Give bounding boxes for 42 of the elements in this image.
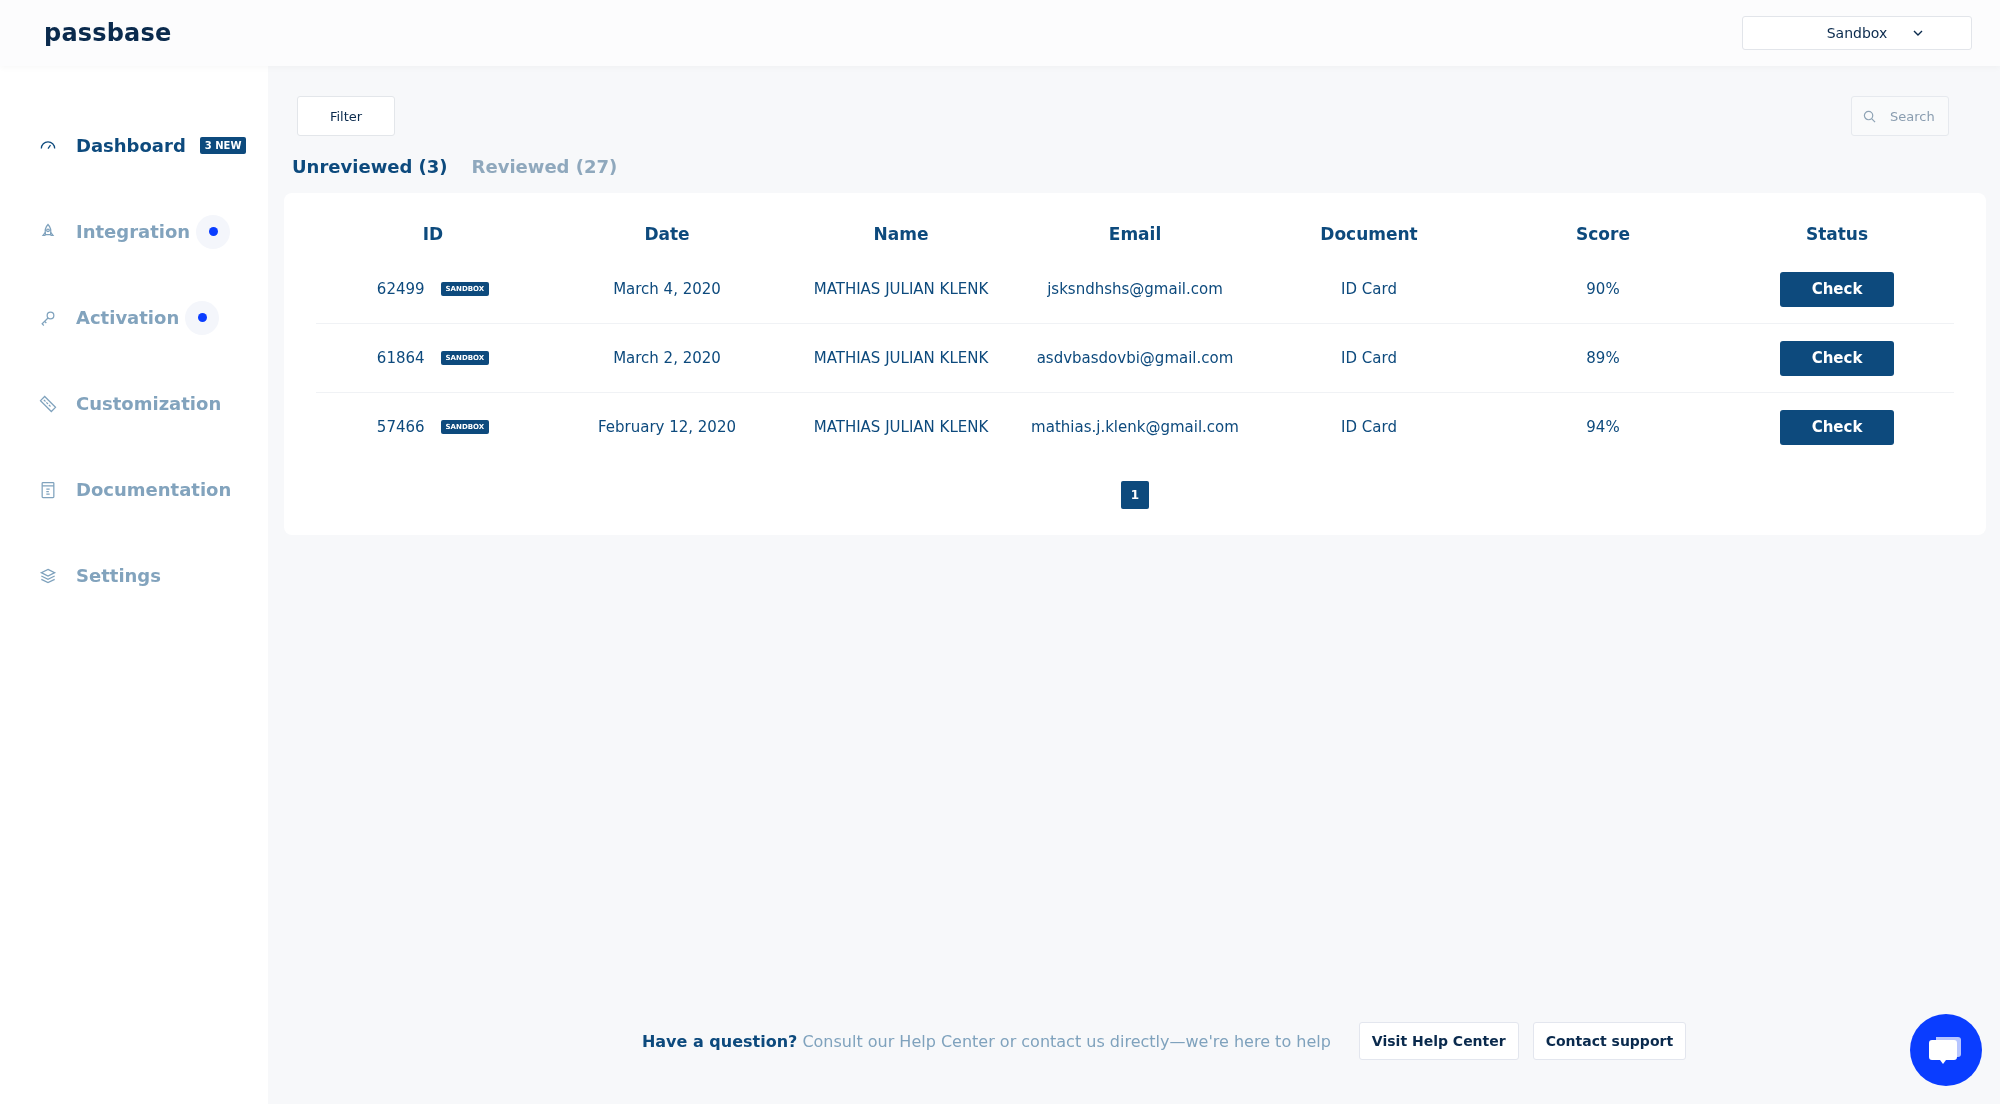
table-cell: March 4, 2020	[613, 280, 721, 298]
ruler-icon	[38, 393, 58, 414]
search-field[interactable]: Search	[1851, 96, 1949, 136]
column-header: Document	[1320, 224, 1418, 244]
table-cell: MATHIAS JULIAN KLENK	[813, 280, 989, 298]
table-cell: 61864	[376, 349, 425, 367]
table-cell: ID Card	[1341, 418, 1397, 436]
column-header: Status	[1805, 224, 1869, 244]
column-header: Name	[873, 224, 929, 244]
help-text: Have a question? Consult our Help Center or contact us directly—we're here to help	[641, 1031, 1331, 1051]
environment-dropdown[interactable]: Sandbox	[1742, 16, 1972, 50]
check-button[interactable]: Check	[1780, 409, 1894, 445]
table-cell: asdvbasdovbi@gmail.com	[1036, 349, 1234, 367]
sidebar-item[interactable]: Dashboard 3 NEW	[0, 128, 268, 163]
table-cell: March 2, 2020	[613, 349, 721, 367]
column-header: Date	[644, 224, 690, 244]
check-button[interactable]: Check	[1780, 340, 1894, 376]
column-header: Email	[1108, 224, 1162, 244]
search-icon	[1863, 110, 1876, 123]
help-button[interactable]: Contact support	[1532, 1022, 1687, 1060]
table-cell: mathias.j.klenk@gmail.com	[1031, 418, 1239, 436]
table-cell: ID Card	[1341, 349, 1397, 367]
column-header: ID	[422, 224, 444, 244]
table-cell: ID Card	[1341, 280, 1397, 298]
table-cell: jsksndhshs@gmail.com	[1047, 280, 1223, 298]
chevron-down-icon	[1913, 30, 1923, 37]
table-cell: 94%	[1586, 418, 1620, 436]
column-header: Score	[1576, 224, 1630, 244]
table-cell: 90%	[1586, 280, 1620, 298]
check-button[interactable]: Check	[1780, 271, 1894, 307]
new-badge: 3 NEW	[199, 137, 247, 154]
table-cell: 89%	[1586, 349, 1620, 367]
help-button[interactable]: Visit Help Center	[1358, 1022, 1519, 1060]
table-cell: MATHIAS JULIAN KLENK	[813, 418, 989, 436]
table-cell: February 12, 2020	[597, 418, 736, 436]
tab[interactable]: Unreviewed (3)	[292, 156, 448, 177]
page-button[interactable]: 1	[1121, 481, 1149, 509]
filter-button[interactable]: Filter	[297, 96, 395, 136]
table-cell: 57466	[376, 418, 425, 436]
table-cell: 62499	[376, 280, 425, 298]
table-cell: MATHIAS JULIAN KLENK	[813, 349, 989, 367]
logo: passbase	[44, 19, 172, 47]
